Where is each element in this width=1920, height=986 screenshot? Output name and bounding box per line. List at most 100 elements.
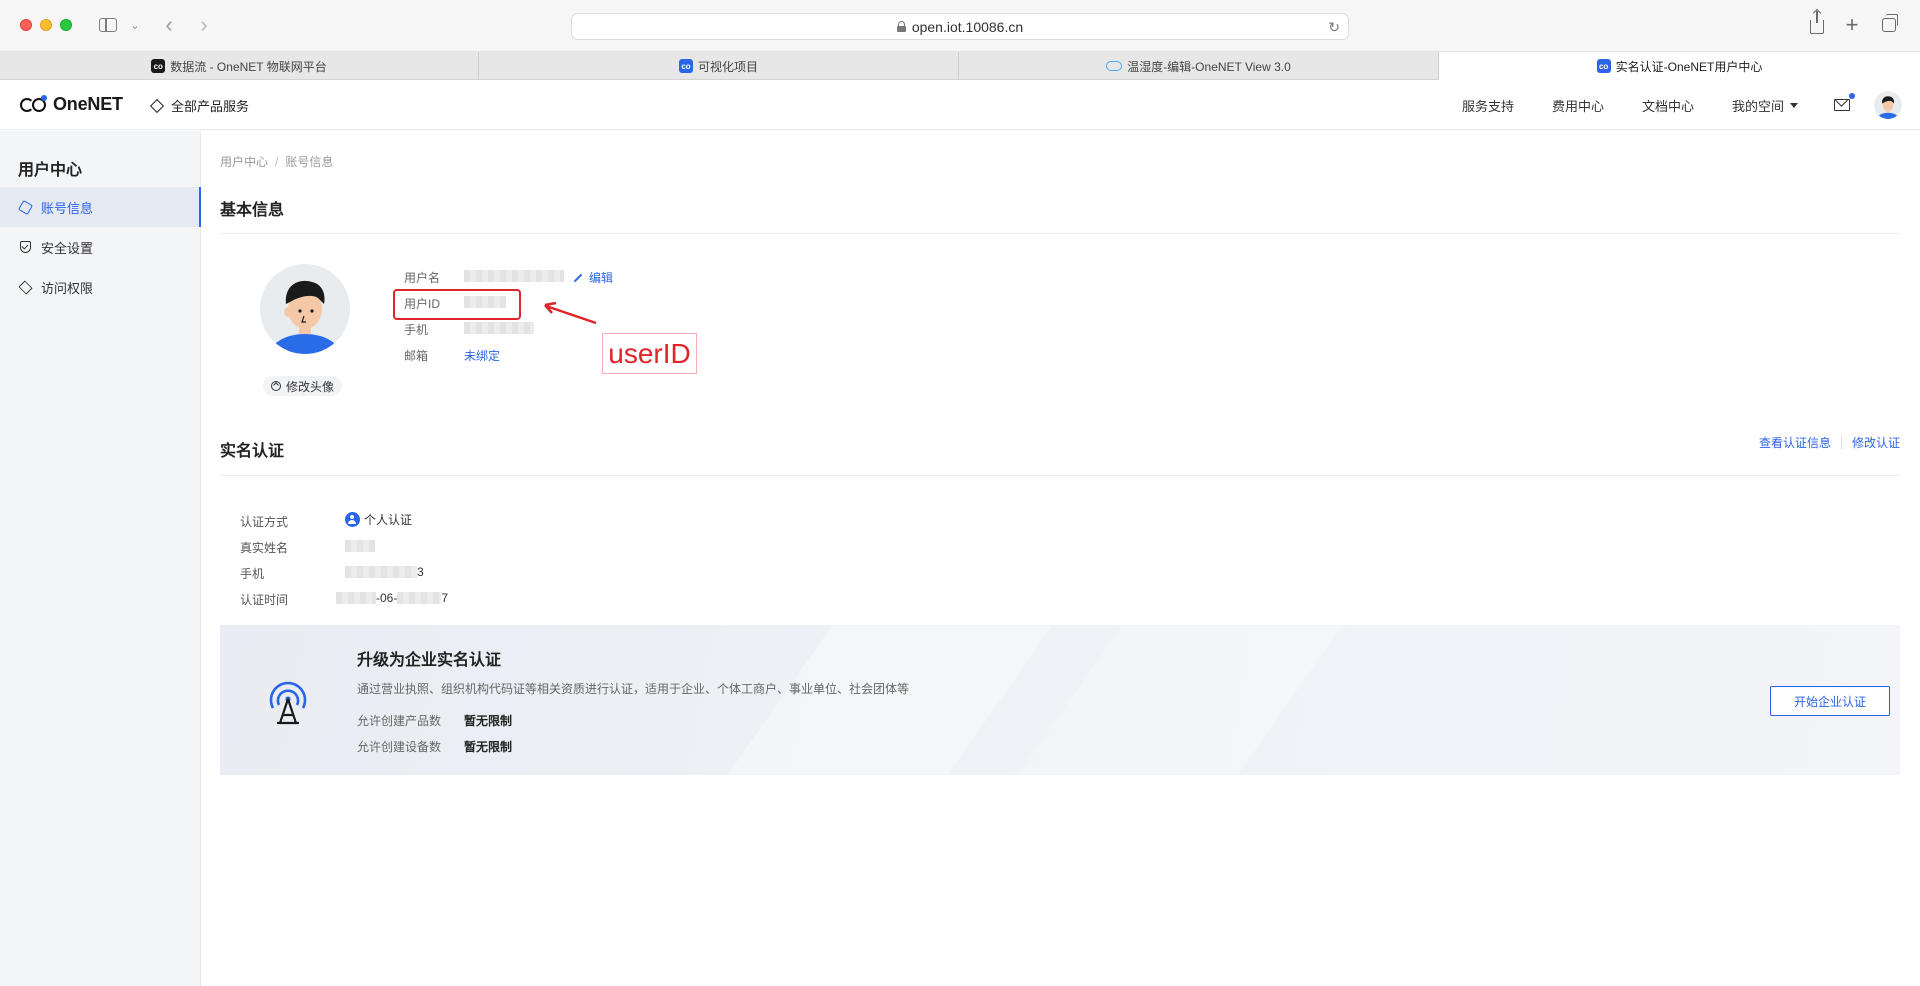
auth-time-label: 认证时间	[240, 593, 289, 607]
auth-time-masked	[397, 592, 442, 604]
tab-dataflow[interactable]: co 数据流 - OneNET 物联网平台	[0, 52, 479, 80]
breadcrumb: 用户中心 / 账号信息	[220, 155, 334, 169]
auth-method-text: 个人认证	[364, 513, 413, 527]
annotation-arrow-icon	[544, 301, 597, 325]
avatar	[260, 264, 350, 354]
share-icon[interactable]	[1808, 11, 1826, 36]
sidebar-item-label: 访问权限	[41, 280, 94, 296]
all-products-menu[interactable]: 全部产品服务	[149, 96, 250, 115]
cloud-icon	[1106, 59, 1122, 73]
nav-docs-center[interactable]: 文档中心	[1642, 96, 1694, 115]
onenet-favicon-icon: co	[151, 59, 166, 73]
sidebar-item-access[interactable]: 访问权限	[0, 267, 201, 307]
email-label: 邮箱	[404, 349, 429, 363]
username-label: 用户名	[404, 271, 441, 285]
sidebar: 用户中心 账号信息 安全设置 访问权限	[0, 131, 201, 986]
header-avatar[interactable]	[1874, 91, 1902, 119]
email-bind-link[interactable]: 未绑定	[464, 347, 500, 364]
edit-pencil-icon	[573, 273, 583, 282]
onenet-favicon-icon: co	[678, 59, 693, 73]
breadcrumb-user-center[interactable]: 用户中心	[220, 155, 268, 169]
sidebar-toggle-icon[interactable]	[98, 14, 118, 36]
forward-icon[interactable]: ›	[195, 12, 213, 37]
mail-icon[interactable]	[1834, 93, 1855, 111]
realname-actions: 查看认证信息 修改认证	[1759, 434, 1900, 451]
shield-icon	[18, 240, 32, 254]
person-icon	[345, 512, 360, 527]
auth-time-suffix: 7	[441, 591, 449, 605]
start-enterprise-auth-button[interactable]: 开始企业认证	[1770, 686, 1890, 716]
view-auth-info-link[interactable]: 查看认证信息	[1759, 434, 1831, 451]
close-window-icon[interactable]	[20, 19, 32, 31]
product-limit-value: 暂无限制	[464, 714, 513, 728]
product-limit-label: 允许创建产品数	[357, 714, 442, 728]
new-tab-icon[interactable]: +	[1843, 12, 1861, 37]
fullscreen-window-icon[interactable]	[60, 19, 72, 31]
decor-stripe	[1017, 625, 1343, 775]
nav-billing-center[interactable]: 费用中心	[1552, 96, 1604, 115]
sidebar-item-security[interactable]: 安全设置	[0, 227, 201, 267]
notification-dot	[1849, 93, 1855, 99]
product-limit-row: 允许创建产品数 暂无限制	[357, 712, 512, 729]
minimize-window-icon[interactable]	[40, 19, 52, 31]
auth-phone-label: 手机	[240, 567, 265, 581]
phone-value-masked	[464, 322, 534, 334]
upload-icon	[271, 381, 281, 391]
realname-title: 实名认证	[220, 443, 285, 460]
tab-visualization[interactable]: co 可视化项目	[479, 52, 959, 80]
address-bar[interactable]: open.iot.10086.cn ↻	[571, 13, 1349, 40]
tab-realname-auth[interactable]: co 实名认证-OneNET用户中心	[1439, 52, 1920, 80]
decor-stripe	[727, 625, 1053, 775]
nav-service-support[interactable]: 服务支持	[1462, 96, 1514, 115]
hexagon-icon	[17, 199, 33, 215]
sidebar-item-label: 账号信息	[41, 200, 94, 216]
tab-label: 数据流 - OneNET 物联网平台	[170, 59, 327, 74]
tab-label: 实名认证-OneNET用户中心	[1615, 59, 1763, 74]
divider	[220, 475, 1900, 476]
username-value-masked	[464, 270, 564, 282]
edit-label: 编辑	[589, 271, 614, 285]
auth-time-value: -06- 7	[336, 591, 448, 605]
signal-tower-icon	[269, 681, 307, 725]
user-id-annotation: userID	[602, 333, 697, 374]
tab-onenet-view[interactable]: 温湿度-编辑-OneNET View 3.0	[959, 52, 1439, 80]
my-space-label: 我的空间	[1731, 98, 1784, 114]
logo-text: OneNET	[53, 94, 123, 114]
auth-time-mid: -06-	[376, 591, 398, 605]
chevron-down-icon[interactable]: ⌄	[128, 14, 142, 36]
auth-phone-masked	[345, 566, 417, 578]
all-products-label: 全部产品服务	[171, 99, 250, 114]
tab-strip: co 数据流 - OneNET 物联网平台 co 可视化项目 温湿度-编辑-On…	[0, 52, 1920, 80]
reload-icon[interactable]: ↻	[1328, 19, 1340, 36]
tab-overview-icon[interactable]	[1880, 14, 1898, 36]
lock-icon	[896, 21, 906, 32]
enterprise-upgrade-card: 升级为企业实名认证 通过营业执照、组织机构代码证等相关资质进行认证，适用于企业、…	[220, 625, 1900, 775]
onenet-logo[interactable]: OneNET	[20, 94, 123, 115]
auth-method-label: 认证方式	[240, 515, 289, 529]
tab-label: 温湿度-编辑-OneNET View 3.0	[1127, 59, 1291, 74]
main-content: 用户中心 / 账号信息 基本信息 修改头像 用户名 编辑 用户ID 手机 邮箱 未绑…	[201, 131, 1920, 986]
nav-my-space[interactable]: 我的空间	[1732, 96, 1798, 115]
edit-username-button[interactable]: 编辑	[573, 269, 613, 286]
user-id-highlight-box	[393, 289, 521, 320]
onenet-logo-icon	[20, 94, 50, 115]
device-limit-row: 允许创建设备数 暂无限制	[357, 738, 512, 755]
auth-phone-suffix: 3	[417, 565, 424, 579]
auth-method-value: 个人认证	[345, 511, 412, 528]
sidebar-item-label: 安全设置	[41, 240, 94, 256]
url-text: open.iot.10086.cn	[911, 18, 1024, 35]
tab-label: 可视化项目	[697, 59, 758, 74]
onenet-favicon-icon: co	[1596, 59, 1611, 73]
sidebar-item-account-info[interactable]: 账号信息	[0, 187, 201, 227]
app-header: OneNET 全部产品服务 服务支持 费用中心 文档中心 我的空间	[0, 80, 1920, 130]
back-icon[interactable]: ‹	[160, 12, 178, 37]
sidebar-title: 用户中心	[18, 162, 83, 179]
modify-auth-link[interactable]: 修改认证	[1852, 434, 1900, 451]
phone-label: 手机	[404, 323, 429, 337]
auth-phone-value: 3	[345, 565, 424, 579]
basic-info-title: 基本信息	[220, 202, 285, 219]
upgrade-description: 通过营业执照、组织机构代码证等相关资质进行认证，适用于企业、个体工商户、事业单位…	[357, 682, 910, 696]
change-avatar-button[interactable]: 修改头像	[263, 376, 343, 396]
upgrade-title: 升级为企业实名认证	[357, 652, 502, 669]
device-limit-value: 暂无限制	[464, 740, 513, 754]
